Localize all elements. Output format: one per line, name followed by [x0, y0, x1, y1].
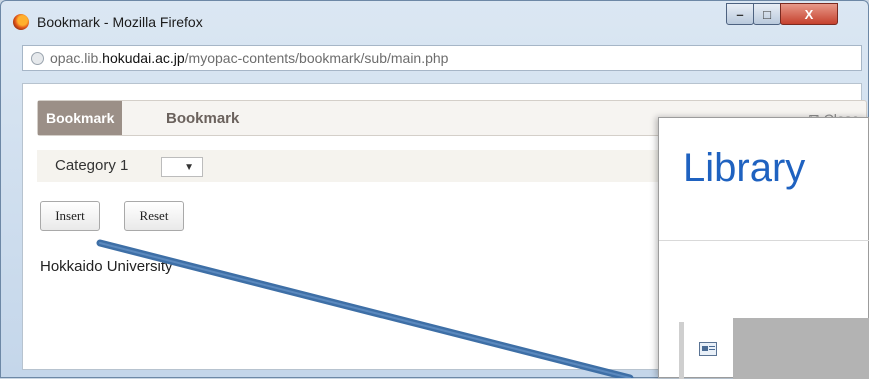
annotation-arrow — [96, 239, 634, 378]
arrow-highlight — [99, 242, 631, 378]
